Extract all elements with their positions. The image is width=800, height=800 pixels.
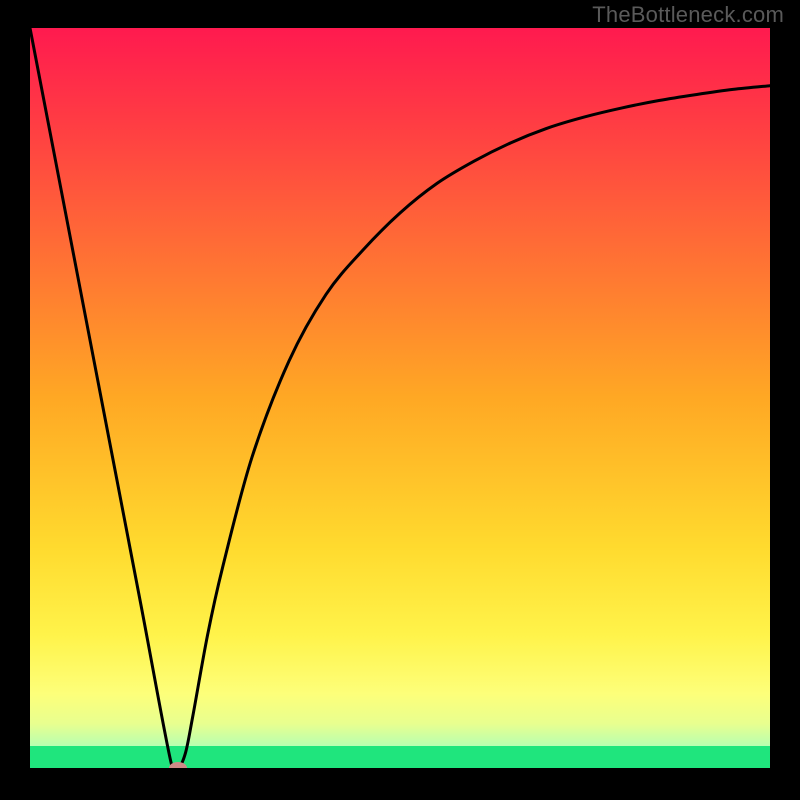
bottleneck-curve xyxy=(30,28,770,768)
curve-layer xyxy=(30,28,770,768)
chart-container: TheBottleneck.com xyxy=(0,0,800,800)
watermark-text: TheBottleneck.com xyxy=(592,2,784,28)
plot-area xyxy=(30,28,770,768)
optimal-point-marker xyxy=(169,762,187,768)
